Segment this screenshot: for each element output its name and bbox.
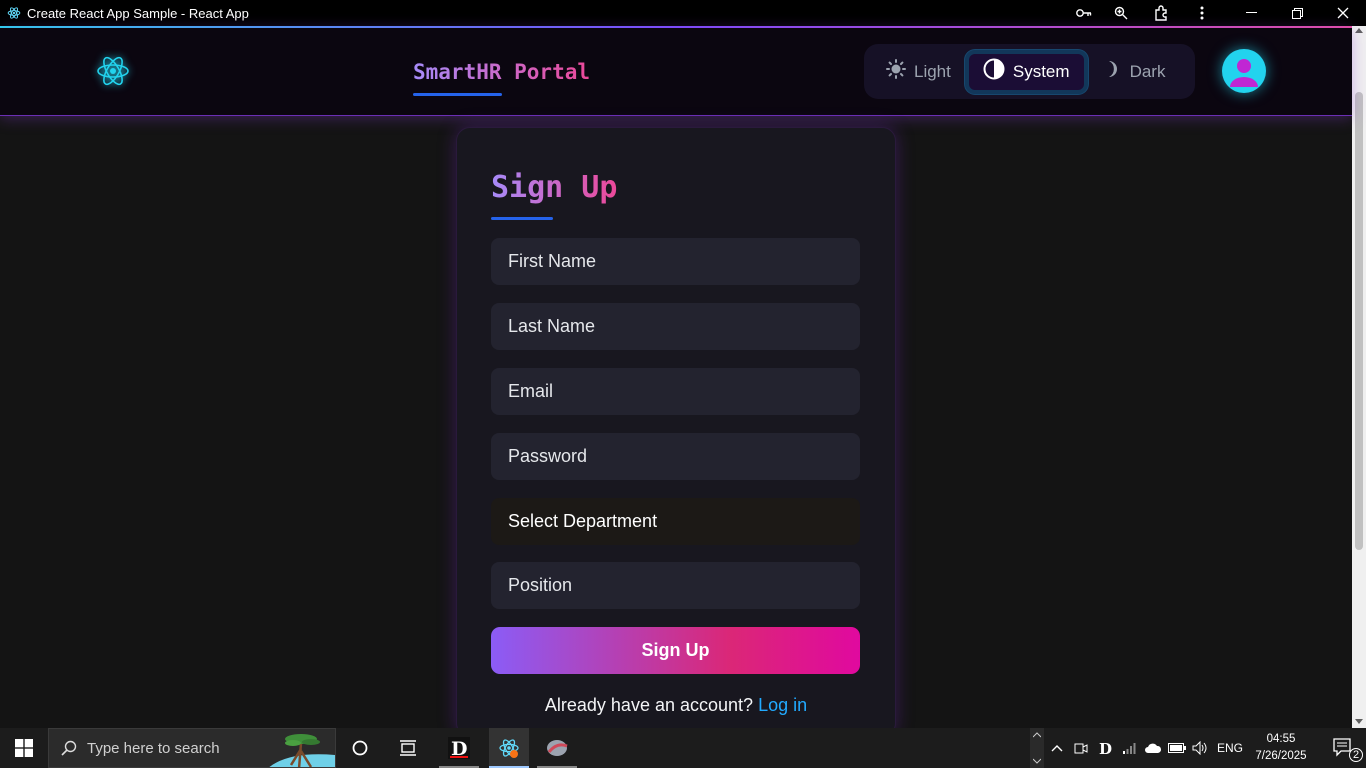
window-titlebar: Create React App Sample - React App [0, 0, 1366, 26]
zoom-icon[interactable] [1101, 0, 1141, 26]
search-placeholder: Type here to search [87, 739, 220, 757]
moon-icon [1102, 59, 1122, 84]
user-icon [1230, 59, 1258, 87]
notification-count-badge: 2 [1349, 748, 1364, 762]
position-input[interactable] [491, 562, 860, 609]
d-app-icon: D [448, 737, 470, 759]
minimize-icon[interactable] [1228, 0, 1274, 26]
tray-chevron-up-icon[interactable] [1048, 728, 1066, 768]
app-header: SmartHR Portal Light System Dark [0, 28, 1352, 116]
user-avatar[interactable] [1222, 49, 1266, 93]
theme-dark-label: Dark [1129, 61, 1166, 81]
windows-start-button[interactable] [0, 728, 48, 768]
battery-icon[interactable] [1167, 728, 1187, 768]
theme-light-button[interactable]: Light [872, 50, 965, 94]
department-select-value: Select Department [508, 511, 658, 531]
form-title: Sign Up [491, 170, 618, 205]
theme-dark-button[interactable]: Dark [1088, 50, 1180, 94]
key-icon[interactable] [1064, 0, 1104, 26]
onedrive-icon[interactable] [1142, 728, 1164, 768]
scroll-up-arrow[interactable] [1355, 28, 1363, 33]
page-scrollbar[interactable] [1352, 26, 1366, 728]
contrast-icon [983, 58, 1005, 85]
taskbar: Type here to search D D ENG 04:55 7/26/2… [0, 728, 1366, 768]
clock-time: 04:55 [1266, 733, 1296, 745]
browser-app-icon [547, 740, 568, 756]
search-highlight-illustration [269, 734, 335, 767]
taskbar-app-browser[interactable] [537, 728, 577, 768]
brand-underline [413, 93, 502, 96]
close-icon[interactable] [1320, 0, 1366, 26]
theme-system-label: System [1012, 61, 1070, 81]
language-indicator[interactable]: ENG [1214, 728, 1246, 768]
signup-button[interactable]: Sign Up [491, 627, 860, 674]
last-name-input[interactable] [491, 303, 860, 350]
department-select[interactable]: Select Department [491, 498, 860, 545]
sun-icon [886, 59, 906, 84]
theme-switch: Light System Dark [864, 44, 1195, 99]
taskbar-app-react[interactable] [489, 728, 529, 768]
notification-center-button[interactable]: 2 [1322, 728, 1366, 768]
clock-date: 7/26/2025 [1255, 750, 1307, 762]
login-prompt-text: Already have an account? [544, 695, 754, 715]
restore-icon[interactable] [1274, 0, 1320, 26]
signal-icon[interactable] [1120, 728, 1138, 768]
extensions-icon[interactable] [1142, 0, 1182, 26]
email-input[interactable] [491, 368, 860, 415]
login-prompt-row: Already have an account? Log in [457, 695, 895, 716]
login-link[interactable]: Log in [758, 695, 807, 715]
form-title-underline [491, 217, 553, 220]
react-logo-icon[interactable] [94, 52, 132, 90]
taskbar-scroll[interactable] [1030, 728, 1044, 768]
search-icon [61, 740, 77, 756]
scroll-down-arrow[interactable] [1355, 719, 1363, 724]
scrollbar-thumb[interactable] [1355, 92, 1363, 550]
cortana-circle-icon [352, 740, 368, 756]
signup-card: Sign Up Select Department Sign Up Alread… [456, 127, 896, 737]
taskbar-clock[interactable]: 04:55 7/26/2025 [1253, 731, 1309, 765]
meet-now-icon[interactable] [1072, 728, 1090, 768]
more-icon[interactable] [1182, 0, 1222, 26]
react-app-icon [499, 739, 519, 758]
password-input[interactable] [491, 433, 860, 480]
taskbar-app-d[interactable]: D [439, 728, 479, 768]
window-title: Create React App Sample - React App [27, 5, 249, 21]
task-view-button[interactable] [388, 728, 428, 768]
tray-d-app-icon[interactable]: D [1096, 728, 1114, 768]
first-name-input[interactable] [491, 238, 860, 285]
brand-title[interactable]: SmartHR Portal [413, 60, 590, 84]
cortana-button[interactable] [340, 728, 380, 768]
volume-icon[interactable] [1190, 728, 1210, 768]
svg-text:D: D [451, 738, 467, 759]
taskbar-search[interactable]: Type here to search [48, 728, 336, 768]
theme-system-button[interactable]: System [964, 49, 1088, 94]
react-favicon-icon [6, 5, 22, 21]
windows-logo-icon [15, 739, 33, 757]
svg-text:D: D [1099, 740, 1112, 756]
task-view-icon [400, 740, 416, 756]
theme-light-label: Light [914, 61, 951, 81]
